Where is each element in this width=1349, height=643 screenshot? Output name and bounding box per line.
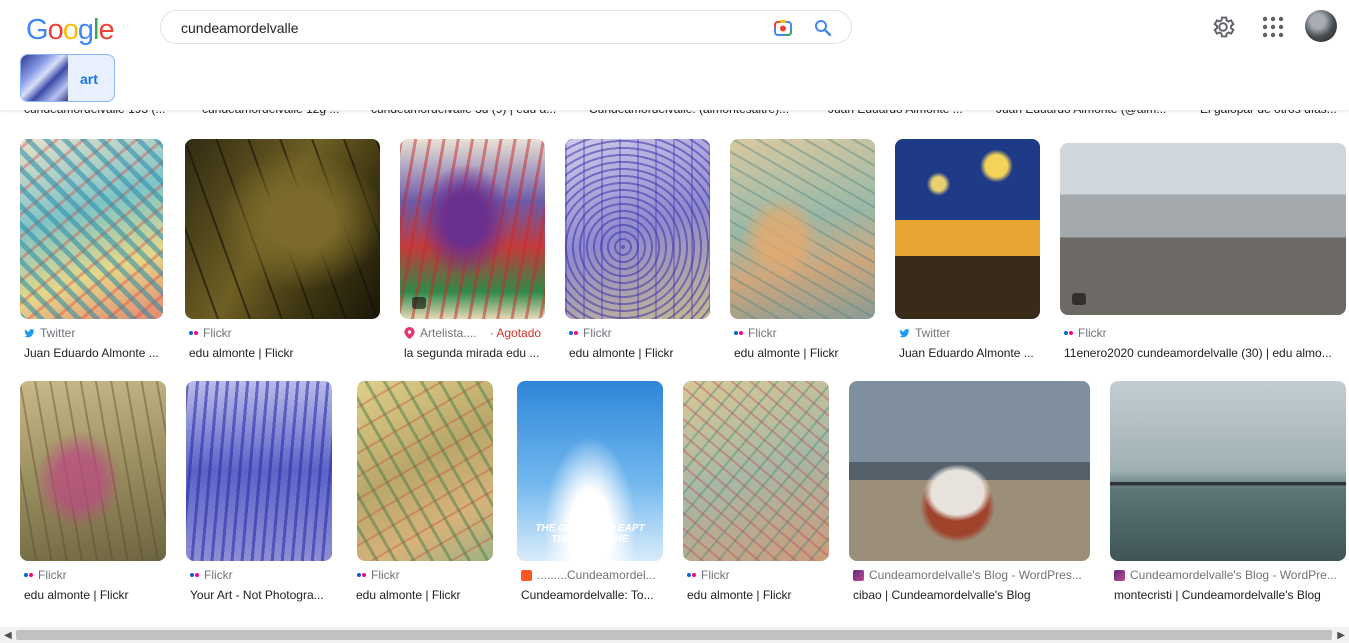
logo-letter: G: [26, 14, 49, 46]
scrollbar-thumb[interactable]: [16, 630, 1332, 640]
chip-label: art: [80, 71, 98, 87]
search-box[interactable]: cundeamordelvalle: [160, 10, 852, 44]
flickr-icon: [569, 331, 578, 335]
gear-icon[interactable]: [1210, 14, 1236, 40]
logo-letter: o: [62, 14, 79, 46]
result-title[interactable]: la segunda mirada edu ...: [404, 346, 546, 360]
result-source[interactable]: Flickr: [569, 326, 612, 340]
blogger-icon: [521, 569, 532, 581]
result-source[interactable]: Cundeamordelvalle's Blog - WordPre...: [1114, 568, 1337, 582]
source-label: Flickr: [583, 326, 612, 340]
source-label: Flickr: [1078, 326, 1107, 340]
result-image[interactable]: [730, 139, 875, 319]
result-title[interactable]: Your Art - Not Photogra...: [190, 588, 332, 602]
source-label: Flickr: [203, 326, 232, 340]
result-image[interactable]: [683, 381, 829, 561]
source-label: Twitter: [40, 326, 76, 340]
result-source[interactable]: Cundeamordelvalle's Blog - WordPres...: [853, 568, 1082, 582]
source-label: .........Cundeamordel...: [537, 568, 656, 582]
apps-grid-icon[interactable]: [1262, 16, 1284, 38]
result-image[interactable]: [185, 139, 380, 319]
poster-title-line: THROUGH TIME: [551, 534, 629, 545]
logo-letter: e: [98, 14, 114, 46]
result-title[interactable]: edu almonte | Flickr: [687, 588, 829, 602]
result-source[interactable]: Flickr: [24, 568, 67, 582]
flickr-icon: [24, 573, 33, 577]
source-label: Flickr: [371, 568, 400, 582]
flickr-icon: [357, 573, 366, 577]
result-source[interactable]: Flickr: [190, 568, 233, 582]
result-image[interactable]: [565, 139, 710, 319]
result-image[interactable]: [20, 381, 166, 561]
result-title[interactable]: edu almonte | Flickr: [189, 346, 379, 360]
source-label: Flickr: [204, 568, 233, 582]
header: Google cundeamordelvalle art: [0, 0, 1349, 110]
result-image[interactable]: [849, 381, 1090, 561]
result-source[interactable]: Flickr: [734, 326, 777, 340]
horizontal-scrollbar[interactable]: ◀ ▶: [0, 627, 1349, 643]
poster-title: THE GIRL WHO LEAPT THROUGH TIME: [525, 523, 655, 545]
result-image[interactable]: [357, 381, 493, 561]
result-source[interactable]: Flickr: [189, 326, 232, 340]
result-source[interactable]: Twitter: [899, 326, 950, 340]
source-label: Twitter: [915, 326, 951, 340]
result-source[interactable]: Flickr: [1064, 326, 1107, 340]
result-image[interactable]: [186, 381, 332, 561]
result-image[interactable]: [400, 139, 545, 319]
tag-icon: [412, 297, 426, 309]
result-source[interactable]: Artelista.... · Agotado: [404, 326, 541, 340]
result-title[interactable]: edu almonte | Flickr: [569, 346, 711, 360]
result-source[interactable]: Flickr: [687, 568, 730, 582]
result-title[interactable]: cibao | Cundeamordelvalle's Blog: [853, 588, 1089, 602]
lens-camera-icon[interactable]: [773, 18, 793, 38]
result-title[interactable]: montecristi | Cundeamordelvalle's Blog: [1114, 588, 1346, 602]
source-label: Cundeamordelvalle's Blog - WordPres...: [869, 568, 1082, 582]
result-image[interactable]: [1060, 143, 1346, 315]
result-title[interactable]: Cundeamordelvalle: To...: [521, 588, 663, 602]
flickr-icon: [734, 331, 743, 335]
result-title[interactable]: edu almonte | Flickr: [734, 346, 876, 360]
result-source[interactable]: .........Cundeamordel...: [521, 568, 656, 582]
source-label: Flickr: [701, 568, 730, 582]
source-label: Flickr: [748, 326, 777, 340]
result-image[interactable]: [20, 139, 163, 319]
scroll-right-icon[interactable]: ▶: [1337, 630, 1345, 641]
scroll-left-icon[interactable]: ◀: [4, 630, 12, 641]
poster-title-line: THE GIRL WHO LEAPT: [535, 523, 645, 534]
flickr-icon: [189, 331, 198, 335]
result-image[interactable]: [895, 139, 1040, 319]
google-logo[interactable]: Google: [26, 14, 115, 47]
logo-letter: g: [77, 14, 94, 46]
result-title[interactable]: 11enero2020 cundeamordelvalle (30) | edu…: [1064, 346, 1340, 360]
image-icon: [1072, 293, 1086, 305]
flickr-icon: [190, 573, 199, 577]
result-image[interactable]: [1110, 381, 1346, 561]
result-source[interactable]: Twitter: [24, 326, 75, 340]
avatar[interactable]: [1305, 10, 1337, 42]
twitter-icon: [899, 328, 910, 337]
logo-letter: o: [47, 14, 64, 46]
source-label: Artelista....: [420, 326, 477, 340]
source-label: Cundeamordelvalle's Blog - WordPre...: [1130, 568, 1337, 582]
result-title[interactable]: edu almonte | Flickr: [24, 588, 166, 602]
search-input[interactable]: cundeamordelvalle: [181, 20, 299, 36]
result-title[interactable]: Juan Eduardo Almonte ...: [24, 346, 169, 360]
source-label: Flickr: [38, 568, 67, 582]
sold-out-badge: · Agotado: [489, 326, 542, 340]
flickr-icon: [1064, 331, 1073, 335]
flickr-icon: [687, 573, 696, 577]
artelista-icon: [404, 327, 415, 339]
twitter-icon: [24, 328, 35, 337]
chip-thumbnail: [21, 55, 68, 101]
site-favicon: [1114, 569, 1125, 581]
site-favicon: [853, 569, 864, 581]
result-title[interactable]: Juan Eduardo Almonte ...: [899, 346, 1041, 360]
filter-chip-art[interactable]: art: [20, 54, 115, 102]
search-icon[interactable]: [813, 18, 833, 38]
result-title[interactable]: edu almonte | Flickr: [356, 588, 496, 602]
result-source[interactable]: Flickr: [357, 568, 400, 582]
result-image[interactable]: THE GIRL WHO LEAPT THROUGH TIME: [517, 381, 663, 561]
